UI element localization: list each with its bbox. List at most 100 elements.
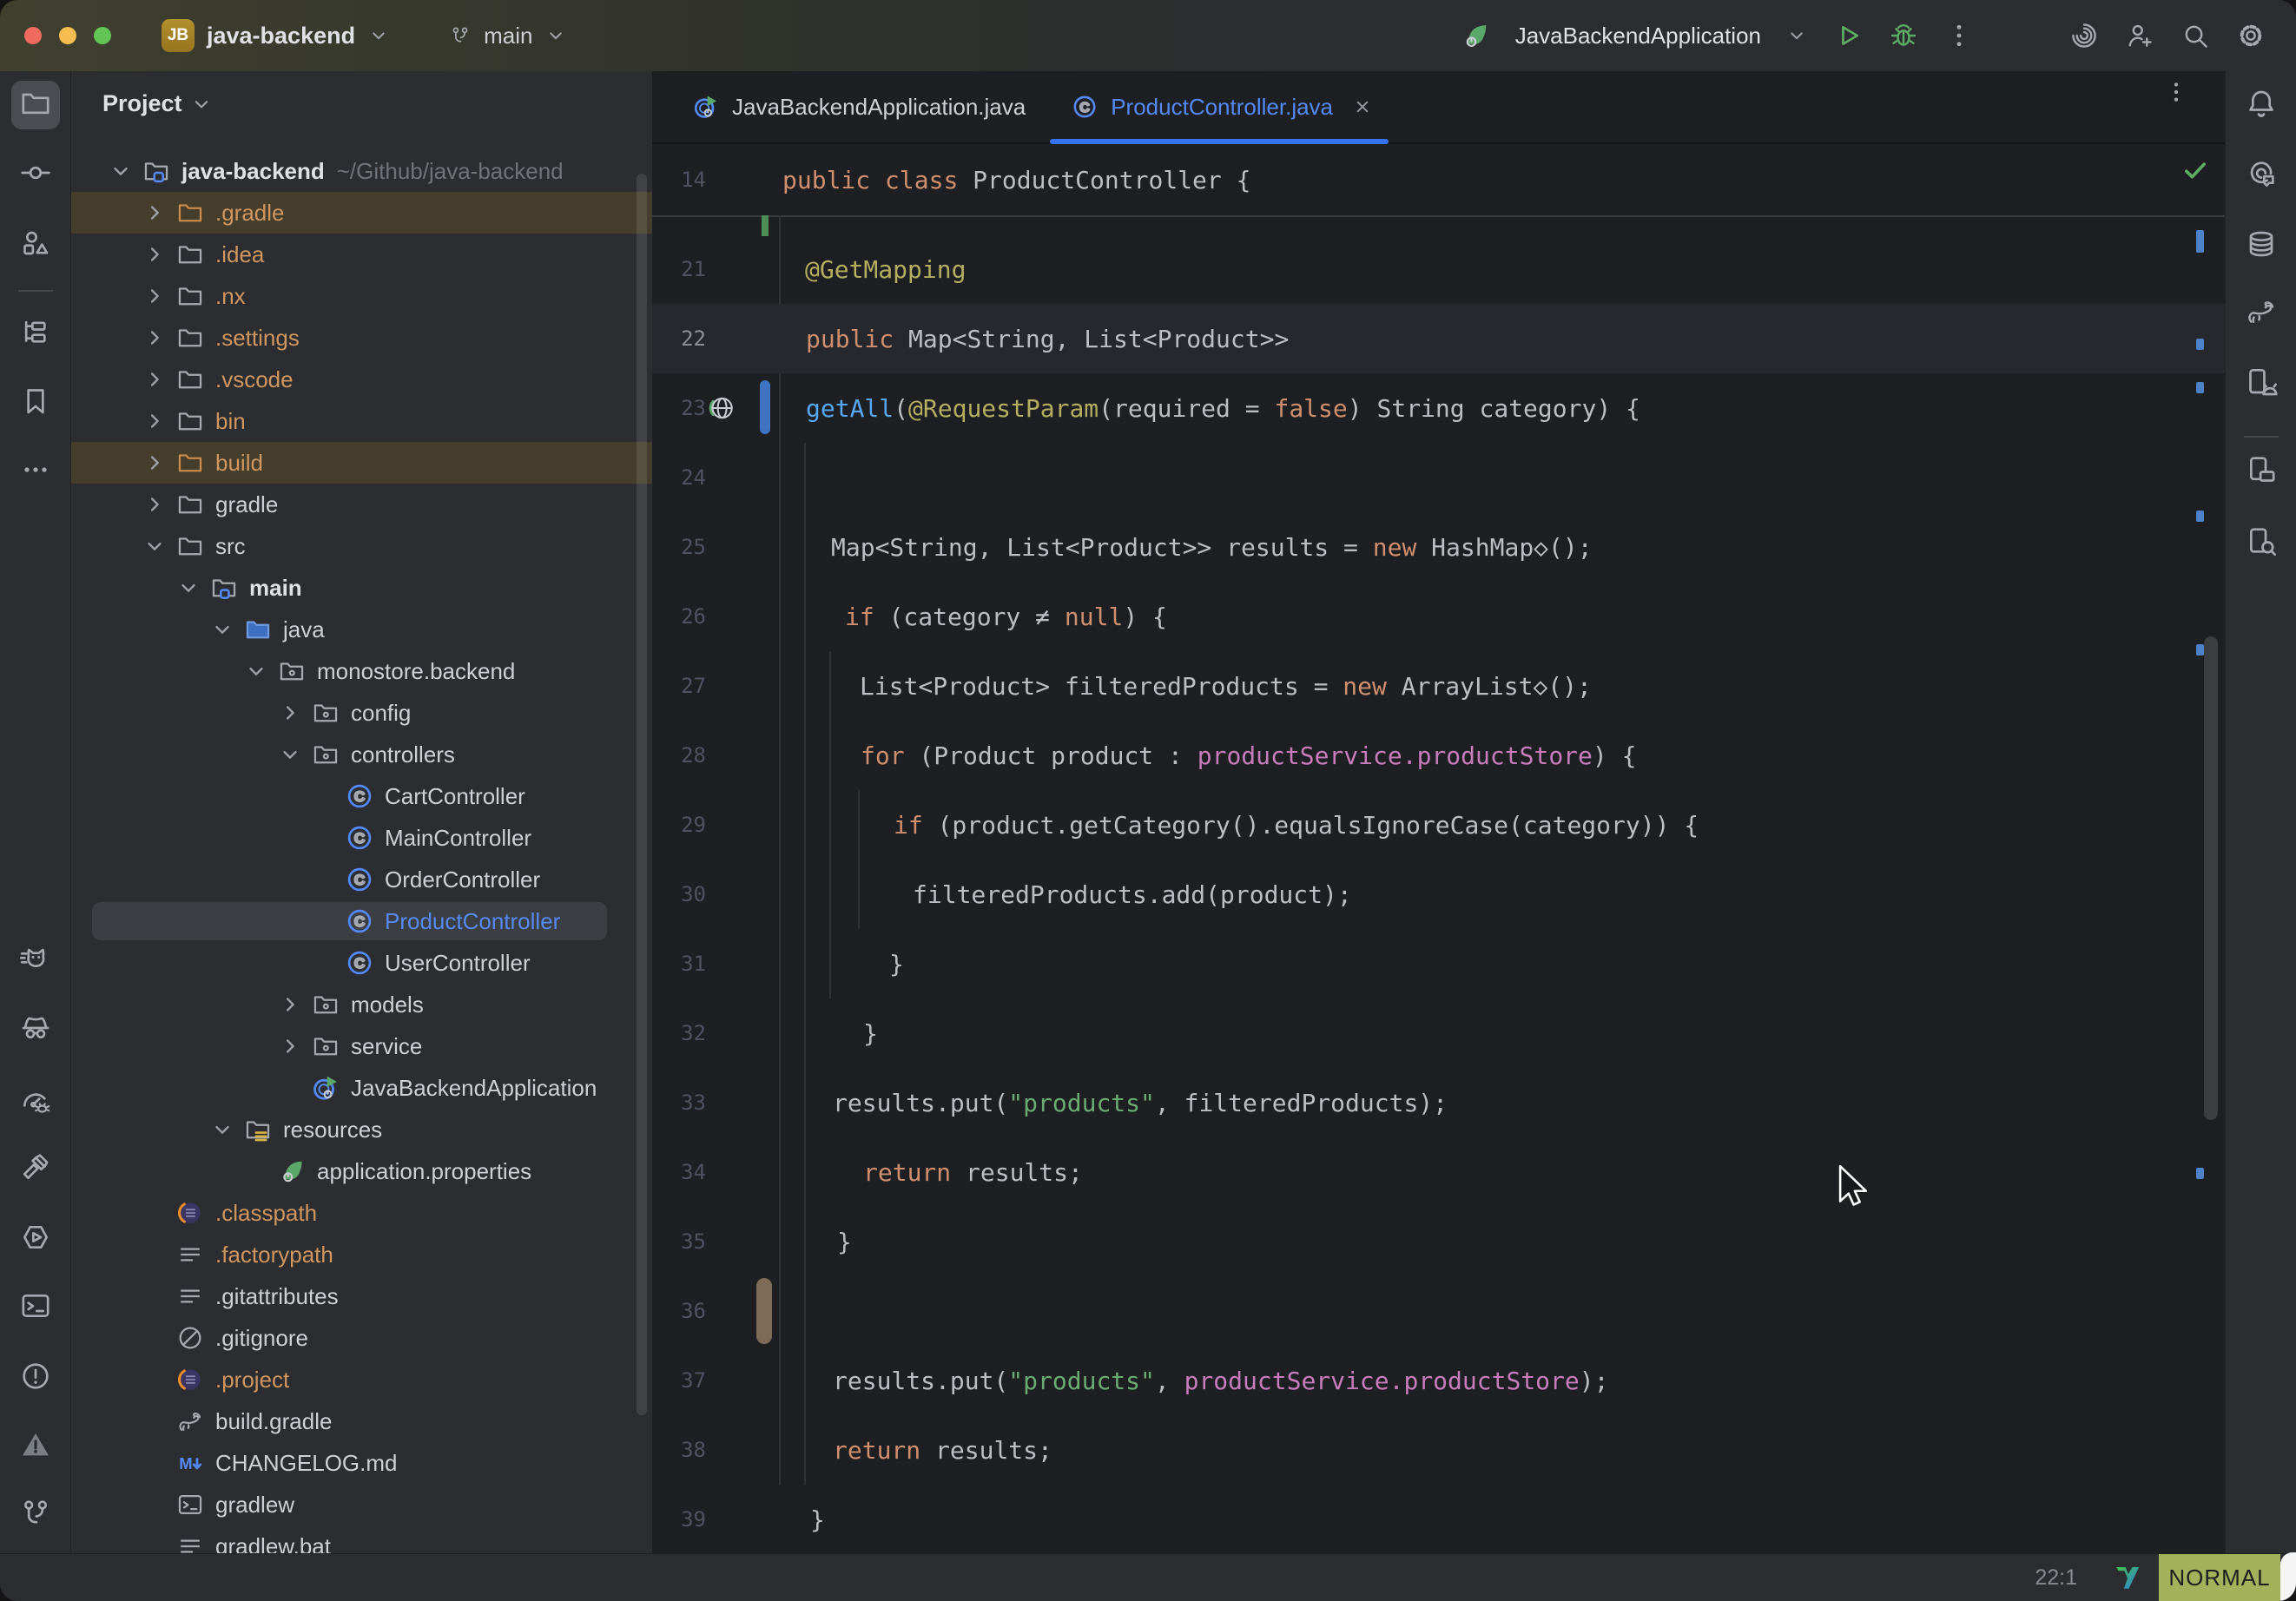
code-with-me-add-user-icon[interactable] [2124, 20, 2155, 51]
gutter[interactable]: 39 [652, 1485, 782, 1554]
tree-item-src[interactable]: src [71, 525, 652, 567]
device-explorer-button[interactable] [2237, 518, 2286, 567]
incognito-tool-button[interactable] [11, 1005, 60, 1053]
tree-item-MainController[interactable]: C MainController [71, 817, 652, 859]
gutter[interactable]: 29 [652, 790, 782, 860]
gutter[interactable]: 33 [652, 1068, 782, 1137]
ai-assistant-chat-button[interactable] [2237, 151, 2286, 200]
tree-item-models[interactable]: models [71, 984, 652, 1025]
error-stripe-mark[interactable] [2196, 644, 2204, 656]
github-copilot-cat-button[interactable] [11, 938, 60, 986]
error-stripe-mark[interactable] [2196, 382, 2204, 393]
gutter[interactable]: 34 [652, 1137, 782, 1207]
code-line-39[interactable]: 39 } [652, 1485, 2225, 1554]
chevron-right-icon[interactable] [275, 990, 305, 1019]
gutter[interactable]: 38 [652, 1415, 782, 1485]
chevron-right-icon[interactable] [140, 240, 169, 269]
editor-scrollbar[interactable] [2204, 636, 2218, 1120]
gutter[interactable]: 27 [652, 651, 782, 721]
chevron-right-icon[interactable] [140, 490, 169, 519]
code-line-26[interactable]: 26 if (category ≠ null) { [652, 582, 2225, 651]
database-tool-button[interactable] [2237, 221, 2286, 270]
run-button[interactable] [1832, 20, 1864, 51]
tree-item-.gitignore[interactable]: .gitignore [71, 1317, 652, 1359]
problems-tool-button[interactable] [11, 1354, 60, 1402]
tree-item-.classpath[interactable]: .classpath [71, 1192, 652, 1234]
commit-tool-button[interactable] [11, 150, 60, 199]
code-line-28[interactable]: 28 for (Product product : productService… [652, 721, 2225, 790]
gutter[interactable]: 22 [652, 304, 782, 373]
terminal-tool-button[interactable] [11, 1283, 60, 1332]
structure-tool-button[interactable] [11, 221, 60, 269]
tree-item-java[interactable]: java [71, 609, 652, 650]
tree-item-gradlew.bat[interactable]: gradlew.bat [71, 1525, 652, 1554]
tree-item-.vscode[interactable]: .vscode [71, 359, 652, 400]
hierarchy-tool-button[interactable] [11, 309, 60, 358]
code-line-24[interactable]: 24 [652, 443, 2225, 512]
gutter[interactable]: 26 [652, 582, 782, 651]
tree-item-JavaBackendApplication[interactable]: JavaBackendApplication [71, 1067, 652, 1109]
code-line-38[interactable]: 38 return results; [652, 1415, 2225, 1485]
tree-item-build.gradle[interactable]: build.gradle [71, 1400, 652, 1442]
chevron-right-icon[interactable] [140, 323, 169, 352]
zoom-window-button[interactable] [94, 27, 111, 44]
minimize-window-button[interactable] [59, 27, 76, 44]
code-viewport[interactable]: 21 @GetMapping 22 public Map<String, Lis… [652, 215, 2225, 1554]
settings-gear-icon[interactable] [2235, 20, 2266, 51]
chevron-down-icon[interactable] [208, 615, 237, 644]
code-line-22[interactable]: 22 public Map<String, List<Product>> [652, 304, 2225, 373]
code-line-31[interactable]: 31 } [652, 929, 2225, 998]
tree-item-application.properties[interactable]: application.properties [71, 1150, 652, 1192]
tree-item-UserController[interactable]: C UserController [71, 942, 652, 984]
error-stripe-mark[interactable] [2196, 339, 2204, 350]
tree-item-gradlew[interactable]: gradlew [71, 1484, 652, 1525]
editor-tab[interactable]: C ProductController.java [1048, 71, 1397, 142]
gutter[interactable]: 31 [652, 929, 782, 998]
chevron-down-icon[interactable] [275, 740, 305, 769]
code-line-32[interactable]: 32 } [652, 998, 2225, 1068]
code-line-33[interactable]: 33 results.put("products", filteredProdu… [652, 1068, 2225, 1137]
bookmarks-tool-button[interactable] [11, 379, 60, 427]
chevron-down-icon[interactable] [208, 1115, 237, 1144]
tree-item-bin[interactable]: bin [71, 400, 652, 442]
project-name-menu[interactable]: java-backend [207, 23, 355, 49]
tree-item-CHANGELOG.md[interactable]: M CHANGELOG.md [71, 1442, 652, 1484]
chevron-right-icon[interactable] [275, 698, 305, 728]
project-tree-scrollbar[interactable] [637, 174, 647, 1415]
chevron-right-icon[interactable] [140, 198, 169, 227]
more-actions-kebab-icon[interactable] [1943, 20, 1975, 51]
chevron-right-icon[interactable] [140, 281, 169, 311]
error-stripe-mark[interactable] [2196, 511, 2204, 522]
code-line-27[interactable]: 27 List<Product> filteredProducts = new … [652, 651, 2225, 721]
tree-item-.factorypath[interactable]: .factorypath [71, 1234, 652, 1275]
code-line-34[interactable]: 34 return results; [652, 1137, 2225, 1207]
ideavim-icon[interactable] [2112, 1562, 2143, 1593]
gutter[interactable]: 28 [652, 721, 782, 790]
editor-tab[interactable]: JavaBackendApplication.java [670, 71, 1048, 142]
tree-item-monostore.backend[interactable]: monostore.backend [71, 650, 652, 692]
warnings-tool-button[interactable] [11, 1422, 60, 1471]
rest-endpoint-globe-icon[interactable] [706, 392, 737, 424]
tree-item-.project[interactable]: .project [71, 1359, 652, 1400]
more-tools-button[interactable] [11, 447, 60, 496]
gutter[interactable]: 25 [652, 512, 782, 582]
debug-button[interactable] [1888, 20, 1919, 51]
running-devices-button[interactable] [2237, 447, 2286, 496]
error-stripe-mark[interactable] [2196, 230, 2204, 253]
chevron-down-icon[interactable] [189, 92, 214, 116]
services-tool-button[interactable] [11, 1215, 60, 1263]
notifications-bell-button[interactable] [2237, 81, 2286, 129]
code-line-35[interactable]: 35 } [652, 1207, 2225, 1276]
code-line-25[interactable]: 25 Map<String, List<Product>> results = … [652, 512, 2225, 582]
chevron-right-icon[interactable] [140, 448, 169, 478]
error-stripe-mark[interactable] [2196, 1168, 2204, 1179]
search-everywhere-icon[interactable] [2180, 20, 2211, 51]
close-window-button[interactable] [24, 27, 42, 44]
profiler-tool-button[interactable] [11, 1078, 60, 1127]
inspections-ok-checkmark-icon[interactable] [2180, 155, 2211, 186]
code-line-21[interactable]: 21 @GetMapping [652, 234, 2225, 304]
gutter[interactable]: 32 [652, 998, 782, 1068]
caret-position-widget[interactable]: 22:1 [2035, 1565, 2077, 1591]
tree-item-.gitattributes[interactable]: .gitattributes [71, 1275, 652, 1317]
gutter[interactable]: 37 [652, 1346, 782, 1415]
